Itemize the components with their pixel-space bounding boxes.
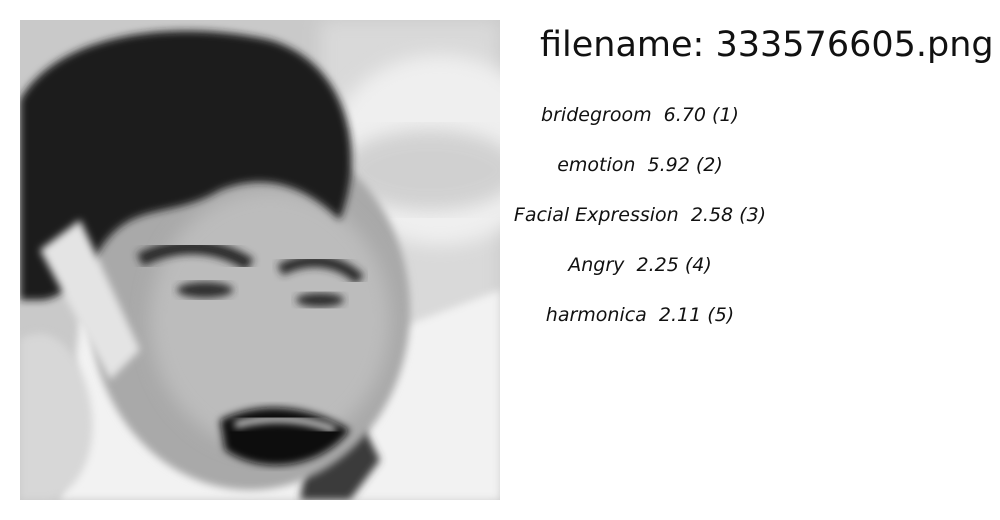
label-rank: (3)	[739, 204, 767, 226]
list-item: Angry 2.25 (4)	[510, 240, 770, 290]
label-score: 5.92	[647, 154, 690, 176]
label-name: bridegroom	[541, 104, 652, 126]
label-rank: (2)	[695, 154, 723, 176]
photo-preview	[20, 20, 500, 500]
label-rank: (5)	[707, 304, 735, 326]
list-item: emotion 5.92 (2)	[510, 140, 770, 190]
filename-title: filename: 333576605.png	[540, 25, 994, 65]
label-score: 2.25	[636, 254, 679, 276]
list-item: bridegroom 6.70 (1)	[510, 90, 770, 140]
label-name: harmonica	[545, 304, 647, 326]
label-name: Facial Expression	[513, 204, 679, 226]
list-item: Facial Expression 2.58 (3)	[510, 190, 770, 240]
label-score: 2.11	[658, 304, 702, 326]
grayscale-photo	[20, 20, 500, 500]
label-rank: (4)	[684, 254, 712, 276]
label-name: emotion	[557, 154, 636, 176]
label-rank: (1)	[712, 104, 739, 126]
label-score: 2.58	[690, 204, 734, 226]
label-name: Angry	[568, 254, 625, 276]
label-score: 6.70	[663, 104, 706, 126]
list-item: harmonica 2.11 (5)	[510, 290, 770, 340]
label-list: bridegroom 6.70 (1) emotion 5.92 (2) Fac…	[514, 90, 800, 340]
